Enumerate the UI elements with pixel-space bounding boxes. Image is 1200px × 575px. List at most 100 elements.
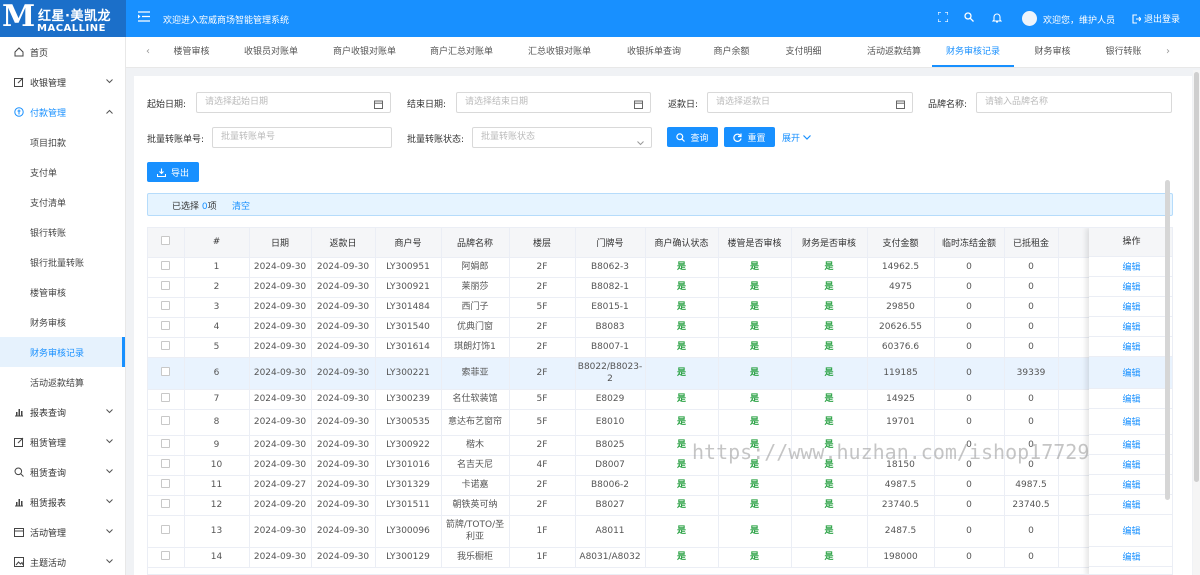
fixed-operation-column: 操作 编辑 编辑 编辑 编辑 编辑 编辑 编辑 编辑 编辑 编辑 编辑 编辑 编辑 编辑 xyxy=(1089,228,1172,574)
edit-link[interactable]: 编辑 xyxy=(1089,277,1172,297)
sidebar-item-lease-report[interactable]: 租赁报表 xyxy=(0,487,125,517)
return-date-input[interactable]: 请选择返款日 xyxy=(707,92,913,113)
tab-bank-transfer[interactable]: 银行转账 xyxy=(1096,37,1151,67)
row-checkbox[interactable] xyxy=(148,409,185,436)
bell-icon[interactable] xyxy=(991,12,1003,26)
table-row[interactable]: 11 2024-09-27 2024-09-30 LY301329 卡诺嘉 2F B8006… xyxy=(148,475,1172,496)
table-cell: 0 xyxy=(934,337,1005,358)
table-scrollbar[interactable] xyxy=(1165,180,1170,500)
col-header: 支付金额 xyxy=(867,228,935,258)
row-checkbox[interactable] xyxy=(148,257,185,278)
edit-link[interactable]: 编辑 xyxy=(1089,317,1172,337)
expand-link[interactable]: 展开 xyxy=(782,131,811,144)
edit-link[interactable]: 编辑 xyxy=(1089,337,1172,357)
query-button[interactable]: 查询 xyxy=(667,127,718,147)
batch-status-select[interactable]: 批量转账状态 xyxy=(472,127,652,148)
sidebar-item-theme[interactable]: 主题活动 xyxy=(0,547,125,575)
sidebar-item-payment[interactable]: 付款管理 xyxy=(0,97,125,127)
tab-summary-cash[interactable]: 汇总收银对账单 xyxy=(517,37,602,67)
sidebar-sub-finance-record[interactable]: 财务审核记录 xyxy=(0,337,125,367)
sidebar-item-lease[interactable]: 租赁管理 xyxy=(0,427,125,457)
tab-cashier-statement[interactable]: 收银员对账单 xyxy=(236,37,306,67)
edit-link[interactable]: 编辑 xyxy=(1089,409,1172,435)
row-checkbox[interactable] xyxy=(148,475,185,496)
start-date-input[interactable]: 请选择起始日期 xyxy=(196,92,391,113)
tab-pay-detail[interactable]: 支付明细 xyxy=(776,37,831,67)
row-checkbox[interactable] xyxy=(148,277,185,298)
fullscreen-icon[interactable] xyxy=(937,11,949,25)
select-all-checkbox[interactable] xyxy=(148,228,185,258)
tab-finance-audit[interactable]: 财务审核 xyxy=(1025,37,1080,67)
sidebar-sub-bank-batch[interactable]: 银行批量转账 xyxy=(0,247,125,277)
table-row[interactable]: 12 2024-09-20 2024-09-30 LY301511 朝铁英可纳 2F B80… xyxy=(148,495,1172,516)
table-cell: 是 xyxy=(718,547,792,568)
table-row[interactable]: 6 2024-09-30 2024-09-30 LY300221 索菲亚 2F B8022/… xyxy=(148,357,1172,390)
row-checkbox[interactable] xyxy=(148,515,185,548)
edit-link[interactable]: 编辑 xyxy=(1089,257,1172,277)
edit-link[interactable]: 编辑 xyxy=(1089,389,1172,409)
search-icon[interactable] xyxy=(964,12,974,25)
export-button[interactable]: 导出 xyxy=(147,162,199,182)
sidebar-sub-activity-settle[interactable]: 活动返款结算 xyxy=(0,367,125,397)
sidebar-item-activity[interactable]: 活动管理 xyxy=(0,517,125,547)
edit-link[interactable]: 编辑 xyxy=(1089,455,1172,475)
sidebar-sub-project-deduct[interactable]: 项目扣款 xyxy=(0,127,125,157)
table-row[interactable]: 1 2024-09-30 2024-09-30 LY300951 阿娟郎 2F B8062-… xyxy=(148,257,1172,278)
row-checkbox[interactable] xyxy=(148,337,185,358)
tabs-prev-button[interactable]: ‹ xyxy=(146,37,150,67)
row-checkbox[interactable] xyxy=(148,547,185,568)
sidebar-item-income[interactable]: 收银管理 xyxy=(0,67,125,97)
reset-button[interactable]: 重置 xyxy=(724,127,775,147)
row-checkbox[interactable] xyxy=(148,389,185,410)
sidebar-sub-bank-transfer[interactable]: 银行转账 xyxy=(0,217,125,247)
tab-finance-record[interactable]: 财务审核记录 xyxy=(932,37,1014,67)
tab-split-query[interactable]: 收银拆单查询 xyxy=(619,37,689,67)
tabs-next-button[interactable]: › xyxy=(1166,37,1170,67)
sidebar-sub-pay-list[interactable]: 支付清单 xyxy=(0,187,125,217)
table-row[interactable]: 5 2024-09-30 2024-09-30 LY301614 琪朗灯饰1 2F B800… xyxy=(148,337,1172,358)
clear-selection-link[interactable]: 清空 xyxy=(232,199,250,212)
sidebar-sub-pay-order[interactable]: 支付单 xyxy=(0,157,125,187)
table-row[interactable]: 14 2024-09-30 2024-09-30 LY300129 我乐橱柜 1F A803… xyxy=(148,547,1172,568)
menu-fold-icon[interactable] xyxy=(138,11,150,25)
table-row[interactable]: 13 2024-09-30 2024-09-30 LY300096 箭牌/TOTO/圣利… xyxy=(148,515,1172,548)
table-row[interactable]: 3 2024-09-30 2024-09-30 LY301484 西门子 5F E8015-… xyxy=(148,297,1172,318)
row-checkbox[interactable] xyxy=(148,317,185,338)
tab-activity-settle[interactable]: 活动返款结算 xyxy=(849,37,939,67)
logout-button[interactable]: 退出登录 xyxy=(1132,12,1180,25)
tab-merchant-balance[interactable]: 商户余额 xyxy=(704,37,759,67)
table-row[interactable]: 4 2024-09-30 2024-09-30 LY301540 优典门窗 2F B8083… xyxy=(148,317,1172,338)
row-checkbox[interactable] xyxy=(148,357,185,390)
row-checkbox[interactable] xyxy=(148,455,185,476)
edit-link[interactable]: 编辑 xyxy=(1089,475,1172,495)
sidebar-item-home[interactable]: 首页 xyxy=(0,37,125,67)
table-cell: LY301016 xyxy=(375,455,442,476)
sidebar-sub-floor-audit[interactable]: 楼管审核 xyxy=(0,277,125,307)
edit-link[interactable]: 编辑 xyxy=(1089,357,1172,389)
tab-merchant-summary[interactable]: 商户汇总对账单 xyxy=(419,37,504,67)
avatar[interactable] xyxy=(1022,11,1037,26)
brand-input[interactable]: 请输入品牌名称 xyxy=(976,92,1172,113)
end-date-input[interactable]: 请选择结束日期 xyxy=(456,92,651,113)
edit-link[interactable]: 编辑 xyxy=(1089,515,1172,547)
edit-link[interactable]: 编辑 xyxy=(1089,547,1172,567)
edit-link[interactable]: 编辑 xyxy=(1089,297,1172,317)
row-checkbox[interactable] xyxy=(148,495,185,516)
table-cell: 我乐橱柜 xyxy=(441,547,510,568)
sidebar-item-lease-query[interactable]: 租赁查询 xyxy=(0,457,125,487)
tab-merchant-cash-statement[interactable]: 商户收银对账单 xyxy=(322,37,407,67)
row-checkbox[interactable] xyxy=(148,435,185,456)
table-cell: 2 xyxy=(184,277,250,298)
edit-link[interactable]: 编辑 xyxy=(1089,435,1172,455)
batch-no-input[interactable]: 批量转账单号 xyxy=(212,127,392,148)
table-row[interactable]: 7 2024-09-30 2024-09-30 LY300239 名仕软装馆 5F E802… xyxy=(148,389,1172,410)
row-checkbox[interactable] xyxy=(148,297,185,318)
edit-link[interactable]: 编辑 xyxy=(1089,495,1172,515)
table-row[interactable]: 2 2024-09-30 2024-09-30 LY300921 莱丽莎 2F B8082-… xyxy=(148,277,1172,298)
page-scrollbar[interactable] xyxy=(1193,70,1200,575)
sidebar-item-report[interactable]: 报表查询 xyxy=(0,397,125,427)
table-cell: 29850 xyxy=(867,297,935,318)
sidebar-sub-finance-audit[interactable]: 财务审核 xyxy=(0,307,125,337)
tab-floor-audit[interactable]: 楼管审核 xyxy=(164,37,219,67)
table-row[interactable]: 8 2024-09-30 2024-09-30 LY300535 意达布艺窗帘 5F E80… xyxy=(148,409,1172,436)
